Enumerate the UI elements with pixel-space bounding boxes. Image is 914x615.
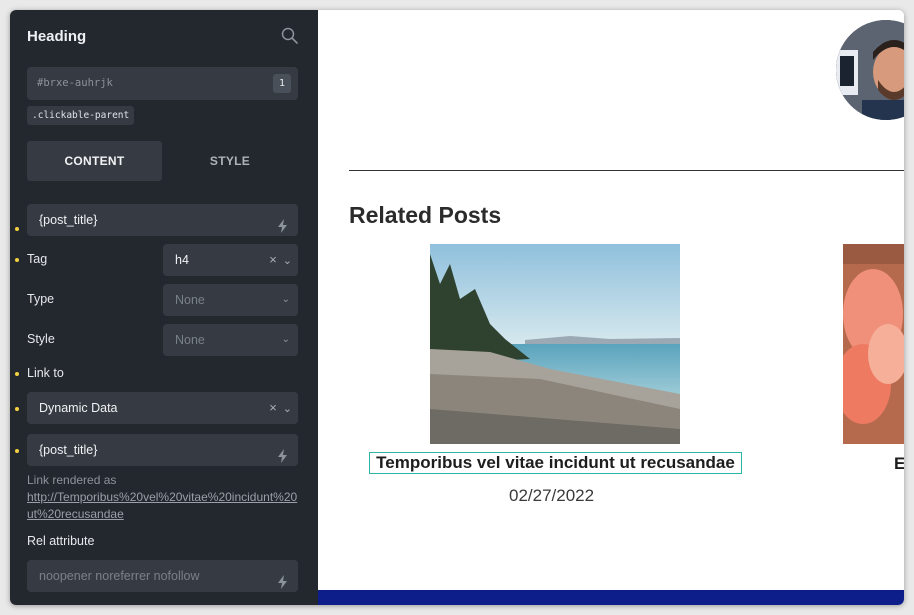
tab-content[interactable]: CONTENT [27, 141, 162, 181]
search-icon[interactable] [280, 26, 300, 46]
chevron-down-icon: ⌄ [281, 294, 290, 305]
tab-style[interactable]: STYLE [162, 141, 298, 181]
chevron-down-icon: ⌄ [282, 403, 292, 415]
post-thumbnail[interactable] [843, 244, 904, 444]
element-id-badge: 1 [273, 74, 291, 93]
rel-attribute-input[interactable]: noopener noreferrer nofollow [27, 560, 298, 592]
link-type-select[interactable]: Dynamic Data × ⌄ [27, 392, 298, 424]
preview-canvas: Related Posts Temporibus vel vitae incid… [318, 10, 904, 605]
link-rendered-note: Link rendered as http://Temporibus%20vel… [27, 472, 302, 523]
style-select[interactable]: None ⌄ [163, 324, 298, 356]
link-to-label: Link to [27, 366, 64, 380]
modified-indicator-dot [15, 407, 19, 411]
modified-indicator-dot [15, 258, 19, 262]
style-select-value: None [175, 333, 205, 347]
element-id-text: #brxe-auhrjk [37, 77, 113, 89]
rel-attribute-placeholder: noopener noreferrer nofollow [39, 569, 200, 583]
author-avatar [836, 20, 904, 120]
chevron-down-icon: ⌄ [282, 255, 292, 267]
footer-bar [318, 590, 904, 605]
post-thumbnail[interactable] [430, 244, 680, 444]
related-posts-heading: Related Posts [349, 202, 502, 228]
dynamic-data-icon[interactable] [277, 213, 288, 233]
modified-indicator-dot [15, 227, 19, 231]
heading-text-value: {post_title} [39, 213, 98, 227]
style-label: Style [27, 332, 55, 346]
dynamic-data-icon[interactable] [277, 443, 288, 463]
modified-indicator-dot [15, 449, 19, 453]
type-select-value: None [175, 293, 205, 307]
link-dynamic-input[interactable]: {post_title} [27, 434, 298, 466]
link-rendered-url[interactable]: http://Temporibus%20vel%20vitae%20incidu… [27, 489, 302, 523]
post-title-link[interactable]: E [894, 454, 904, 474]
element-settings-panel: Heading #brxe-auhrjk 1 .clickable-parent… [10, 10, 318, 605]
type-select[interactable]: None ⌄ [163, 284, 298, 316]
modified-indicator-dot [15, 372, 19, 376]
chevron-down-icon: ⌄ [281, 334, 290, 345]
link-dynamic-value: {post_title} [39, 443, 98, 457]
link-rendered-label: Link rendered as [27, 473, 117, 487]
heading-text-input[interactable]: {post_title} [27, 204, 298, 236]
dynamic-data-icon[interactable] [277, 569, 288, 589]
tag-label: Tag [27, 252, 48, 266]
post-title-link[interactable]: Temporibus vel vitae incidunt ut recusan… [369, 452, 742, 474]
panel-title: Heading [27, 28, 87, 45]
rel-attribute-label: Rel attribute [27, 534, 95, 548]
css-class-chip[interactable]: .clickable-parent [27, 106, 135, 125]
clear-icon[interactable]: × [269, 252, 277, 267]
post-date: 02/27/2022 [509, 486, 595, 505]
section-divider [349, 170, 904, 171]
type-label: Type [27, 292, 55, 306]
tag-select[interactable]: h4 × ⌄ [163, 244, 298, 276]
app-window: Heading #brxe-auhrjk 1 .clickable-parent… [10, 10, 904, 605]
element-id-field[interactable]: #brxe-auhrjk 1 [27, 67, 298, 100]
clear-icon[interactable]: × [269, 400, 277, 415]
link-type-value: Dynamic Data [39, 401, 118, 415]
tag-select-value: h4 [175, 253, 189, 267]
